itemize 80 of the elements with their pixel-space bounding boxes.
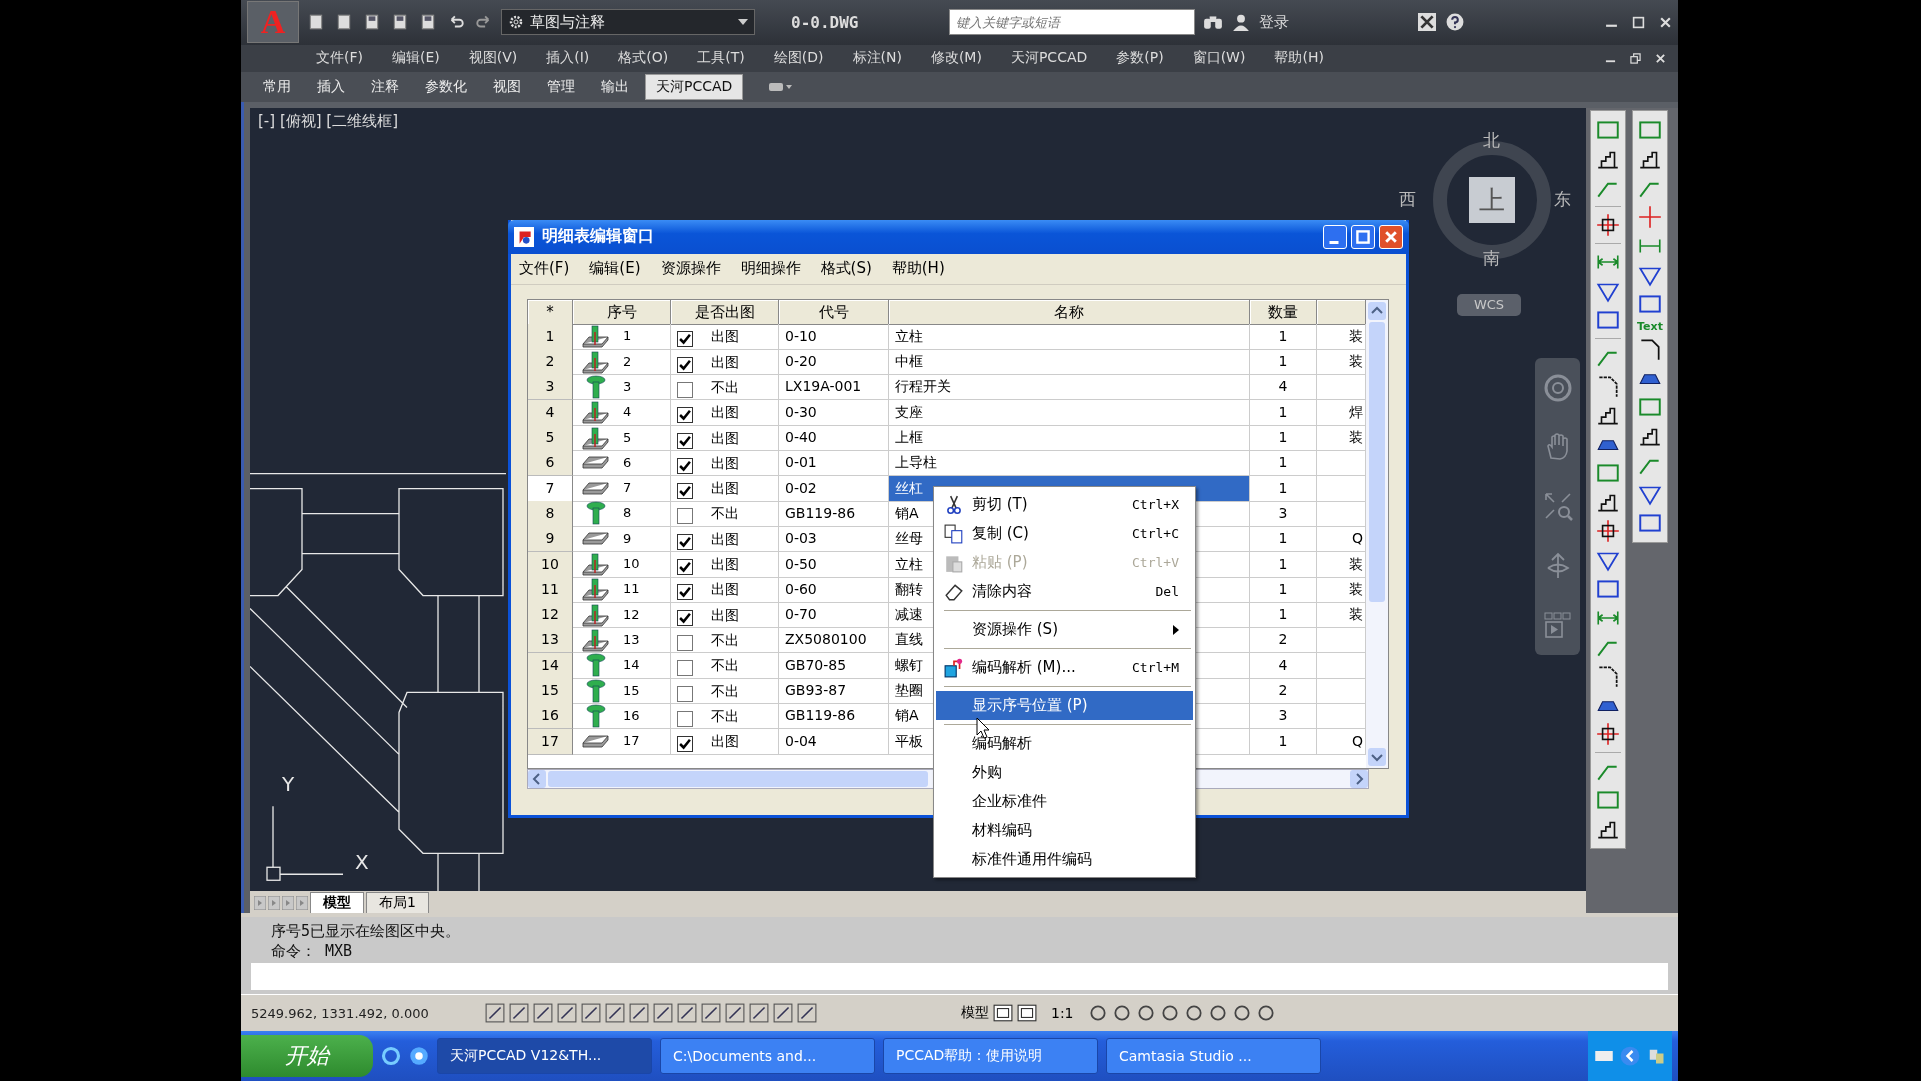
table-cell-text: 2 [623, 352, 632, 371]
axis-label: Y [282, 772, 295, 797]
table-cell-text: 17 [623, 732, 640, 751]
table-cell-text: 出图 [711, 580, 739, 600]
table-cell: 1 [1250, 349, 1317, 376]
table-cell-text: 11 [623, 580, 640, 599]
table-cell: 1 [1250, 425, 1317, 452]
table-cell-text: 15 [623, 681, 640, 700]
table-cell: 1 [1250, 602, 1317, 629]
table-cell: ZX5080100 [779, 627, 889, 654]
table-cell: 0-30 [779, 399, 889, 426]
table-cell-text: 4 [623, 403, 632, 422]
table-cell: 3 [1250, 500, 1317, 527]
table-cell: 2 [1250, 627, 1317, 654]
table-cell-text: 出图 [711, 555, 739, 575]
table-cell: 0-60 [779, 576, 889, 603]
table-cell: 行程开关 [889, 374, 1250, 401]
document-title: 0-0.DWG [791, 12, 860, 32]
table-cell-text: 1 [623, 327, 632, 346]
table-cell: 0-10 [779, 323, 889, 350]
table-cell-text: 10 [623, 555, 640, 574]
table-cell: GB119-86 [779, 703, 889, 730]
table-cell: 1 [1250, 399, 1317, 426]
table-cell: GB93-87 [779, 678, 889, 705]
table-cell: 1 [1250, 576, 1317, 603]
table-cell: GB119-86 [779, 500, 889, 527]
table-cell: 1 [1250, 526, 1317, 553]
table-cell: 支座 [889, 399, 1250, 426]
table-cell: 立柱 [889, 323, 1250, 350]
command-history: 命令： MXB [271, 941, 354, 962]
table-cell-text: 8 [623, 504, 632, 523]
workspace-name: 草图与注释 [530, 12, 606, 32]
table-cell-text: 出图 [711, 479, 739, 499]
table-cell-text: 不出 [711, 681, 739, 701]
table-cell-text: 13 [623, 630, 640, 649]
table-cell: LX19A-001 [779, 374, 889, 401]
table-cell: 1 [1250, 551, 1317, 578]
table-cell: 1 [1250, 450, 1317, 477]
dialog-title: 明细表编辑窗口 [542, 226, 655, 248]
table-cell-text: 出图 [711, 428, 739, 448]
table-cell: 0-20 [779, 349, 889, 376]
table-cell-text: 不出 [711, 656, 739, 676]
table-cell-text: 9 [623, 529, 632, 548]
table-cell-text: 不出 [711, 630, 739, 650]
table-cell: 4 [1250, 374, 1317, 401]
table-cell-text: 不出 [711, 504, 739, 524]
table-cell: 0-04 [779, 728, 889, 755]
table-cell-text: 出图 [711, 605, 739, 625]
table-cell: 1 [1250, 323, 1317, 350]
table-cell: 0-70 [779, 602, 889, 629]
table-cell-text: 出图 [711, 529, 739, 549]
table-cell-text: 出图 [711, 403, 739, 423]
table-cell: 0-50 [779, 551, 889, 578]
table-cell-text: 出图 [711, 453, 739, 473]
table-cell-text: 6 [623, 453, 632, 472]
command-history: 序号5已显示在绘图区中央。 [271, 921, 462, 942]
table-cell: 0-03 [779, 526, 889, 553]
table-cell-text: 3 [623, 378, 632, 396]
table-cell-text: 5 [623, 428, 632, 447]
table-cell: 中框 [889, 349, 1250, 376]
table-cell: 0-01 [779, 450, 889, 477]
table-cell: 2 [1250, 678, 1317, 705]
table-cell-text: 出图 [711, 732, 739, 752]
table-cell-text: 16 [623, 706, 640, 725]
table-cell: GB70-85 [779, 652, 889, 679]
table-cell: 0-40 [779, 425, 889, 452]
table-cell-text: 12 [623, 605, 640, 624]
table-cell-text: 7 [623, 479, 632, 498]
table-cell: 1 [1250, 475, 1317, 502]
table-cell-text: 不出 [711, 706, 739, 726]
table-cell-text: 14 [623, 656, 640, 675]
table-cell: 上框 [889, 425, 1250, 452]
table-cell: 1 [1250, 728, 1317, 755]
axis-label: X [355, 850, 369, 875]
table-cell-text: 不出 [711, 378, 739, 397]
table-cell: 3 [1250, 703, 1317, 730]
table-cell-text: 出图 [711, 327, 739, 347]
table-cell-text: 出图 [711, 352, 739, 372]
table-cell: 4 [1250, 652, 1317, 679]
coordinates: 5249.962, 1331.492, 0.000 [251, 1005, 430, 1021]
